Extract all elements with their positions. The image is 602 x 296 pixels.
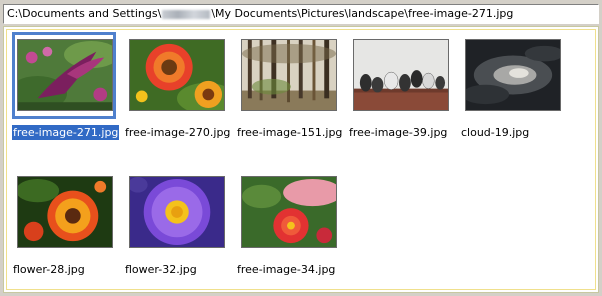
- thumbnail-label: free-image-271.jpg: [12, 125, 120, 140]
- thumbnail-label: free-image-39.jpg: [349, 126, 448, 139]
- thumbnail-label: cloud-19.jpg: [461, 126, 530, 139]
- thumbnail-panel: free-image-271.jpg free-image-270.jpg fr…: [3, 26, 599, 293]
- thumbnail-label: free-image-34.jpg: [237, 263, 336, 276]
- thumbnail-grid: free-image-271.jpg free-image-270.jpg fr…: [6, 29, 596, 290]
- thumbnail-label: flower-32.jpg: [125, 263, 197, 276]
- address-bar[interactable]: C:\Documents and Settings\ \My Documents\…: [3, 4, 599, 24]
- thumbnail-label: flower-28.jpg: [13, 263, 85, 276]
- thumbnail-image: [129, 39, 225, 111]
- path-suffix: \My Documents\Pictures\landscape\free-im…: [211, 7, 514, 20]
- thumbnail-image: [465, 39, 561, 111]
- thumbnail-label: free-image-270.jpg: [125, 126, 231, 139]
- thumbnail-image: [241, 39, 337, 111]
- thumbnail-image: [353, 39, 449, 111]
- redacted-username: [162, 9, 211, 19]
- thumbnail-image: [241, 176, 337, 248]
- thumbnail-label: free-image-151.jpg: [237, 126, 343, 139]
- thumbnail-image: [129, 176, 225, 248]
- thumbnail-image: [17, 176, 113, 248]
- path-prefix: C:\Documents and Settings\: [7, 7, 162, 20]
- thumbnail-viewer-window: C:\Documents and Settings\ \My Documents\…: [0, 0, 602, 296]
- path-text: C:\Documents and Settings\ \My Documents\…: [7, 7, 513, 20]
- thumbnail-image: [17, 39, 113, 111]
